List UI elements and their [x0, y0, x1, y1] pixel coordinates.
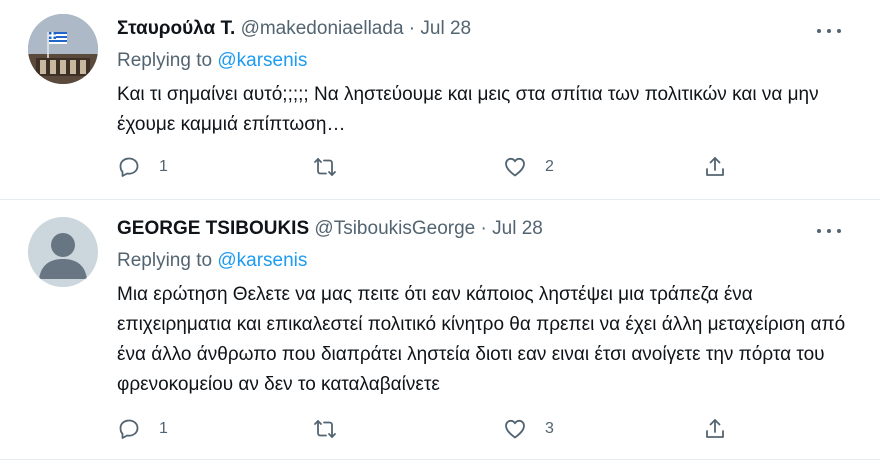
user-handle[interactable]: @TsiboukisGeorge	[314, 218, 475, 239]
retweet-icon	[314, 158, 336, 176]
share-icon	[706, 419, 724, 438]
reply-icon	[119, 419, 139, 439]
mention-link[interactable]: @karsenis	[217, 250, 307, 271]
separator-dot: ·	[408, 18, 416, 39]
tweet[interactable]: GEORGE TSIBOUKIS @TsiboukisGeorge · Jul …	[0, 200, 880, 460]
tweet[interactable]: Σταυρούλα Τ. @makedoniaellada · Jul 28 R…	[0, 0, 880, 199]
replying-to: Replying to @karsenis	[117, 248, 307, 274]
tweet-date[interactable]: Jul 28	[420, 18, 471, 39]
reply-count: 1	[159, 158, 168, 175]
more-icon[interactable]	[816, 20, 842, 40]
avatar[interactable]	[28, 14, 98, 84]
tweet-text: Μια ερώτηση Θελετε να μας πειτε ότι εαν …	[117, 284, 846, 395]
reply-button[interactable]: 1	[117, 152, 168, 182]
reply-button[interactable]: 1	[117, 414, 168, 444]
reply-icon	[119, 157, 139, 177]
tweet-text: Και τι σημαίνει αυτό;;;;; Να ληστεύουμε …	[117, 84, 819, 135]
share-icon	[706, 157, 724, 176]
heart-icon	[505, 419, 525, 439]
avatar[interactable]	[28, 217, 98, 287]
replying-prefix: Replying to	[117, 250, 213, 271]
display-name[interactable]: Σταυρούλα Τ.	[117, 18, 235, 39]
retweet-button[interactable]	[313, 414, 355, 444]
like-button[interactable]: 3	[503, 414, 554, 444]
like-count: 3	[545, 420, 554, 437]
share-button[interactable]	[703, 152, 727, 182]
reply-count: 1	[159, 420, 168, 437]
tweet-header: Σταυρούλα Τ. @makedoniaellada · Jul 28	[117, 16, 471, 42]
divider	[0, 459, 880, 460]
like-count: 2	[545, 158, 554, 175]
retweet-icon	[314, 420, 336, 438]
replying-to: Replying to @karsenis	[117, 48, 307, 74]
separator-dot: ·	[480, 218, 487, 239]
like-button[interactable]: 2	[503, 152, 554, 182]
display-name[interactable]: GEORGE TSIBOUKIS	[117, 218, 309, 239]
tweet-actions: 1 3	[117, 414, 737, 444]
share-button[interactable]	[703, 414, 727, 444]
mention-link[interactable]: @karsenis	[217, 50, 307, 71]
retweet-button[interactable]	[313, 152, 355, 182]
user-handle[interactable]: @makedoniaellada	[241, 18, 404, 39]
tweet-actions: 1 2	[117, 152, 737, 182]
tweet-header: GEORGE TSIBOUKIS @TsiboukisGeorge · Jul …	[117, 216, 543, 242]
tweet-date[interactable]: Jul 28	[492, 218, 543, 239]
replying-prefix: Replying to	[117, 50, 213, 71]
heart-icon	[505, 157, 525, 177]
more-icon[interactable]	[816, 220, 842, 240]
